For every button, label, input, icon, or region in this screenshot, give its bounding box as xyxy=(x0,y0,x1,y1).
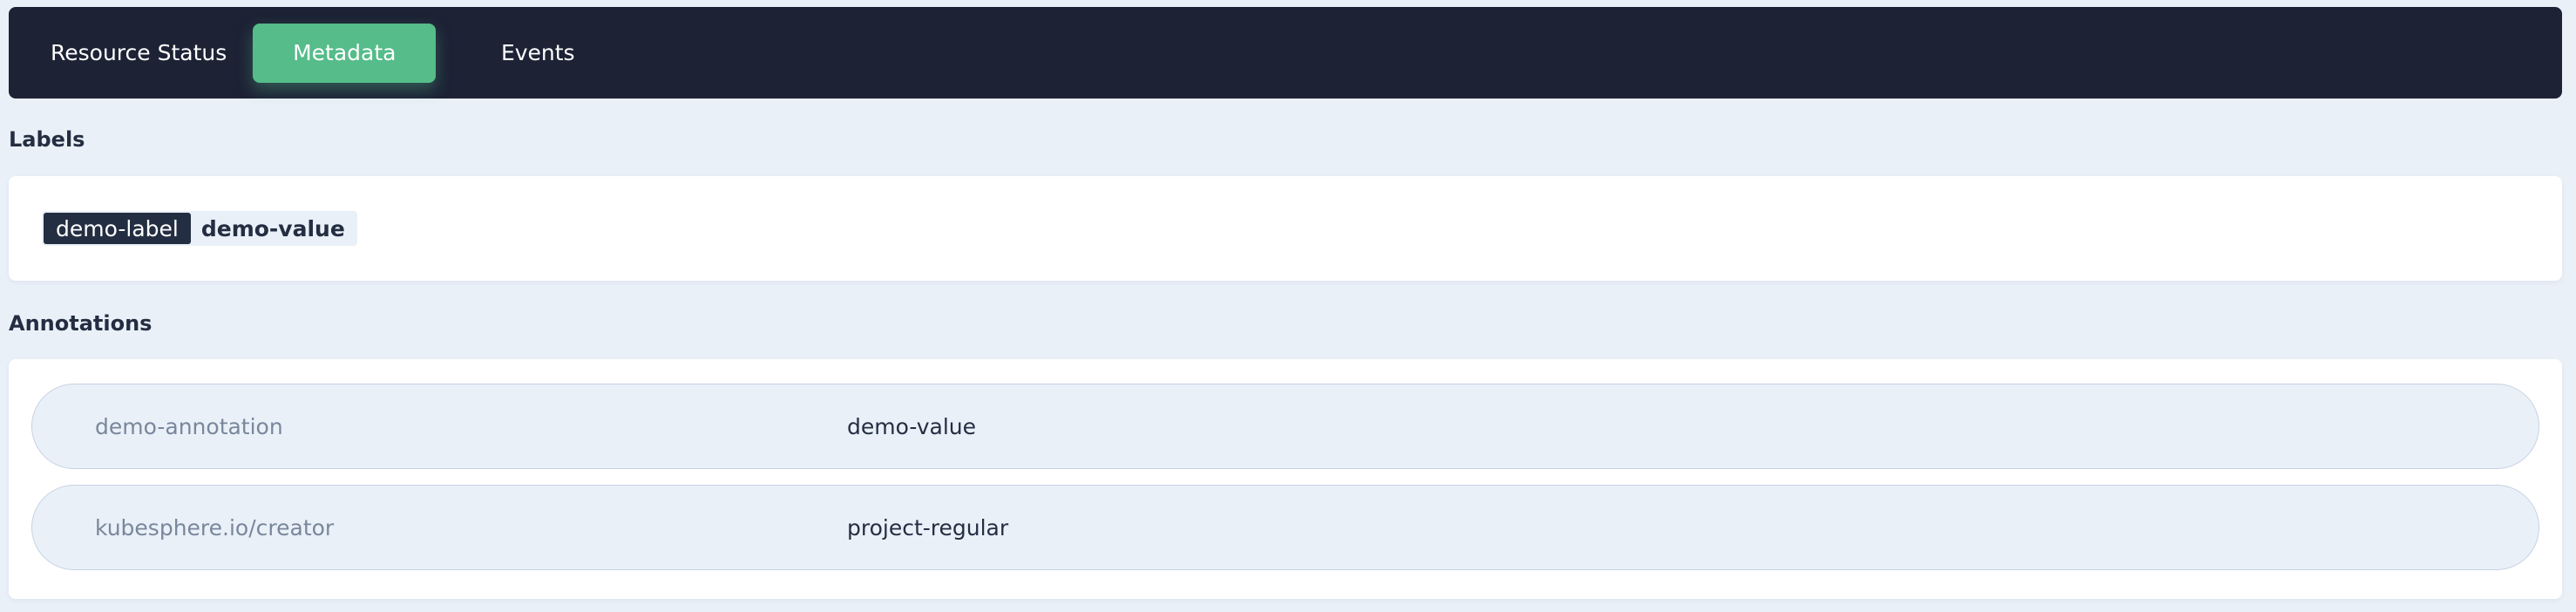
annotation-value: project-regular xyxy=(847,514,1009,541)
annotation-row: demo-annotation demo-value xyxy=(31,384,2539,469)
annotations-section-title: Annotations xyxy=(9,311,153,336)
annotation-key: kubesphere.io/creator xyxy=(95,514,335,541)
labels-section-title: Labels xyxy=(9,127,85,152)
annotation-value: demo-value xyxy=(847,413,976,439)
tab-events[interactable]: Events xyxy=(446,24,629,83)
label-tag: demo-label demo-value xyxy=(42,211,357,246)
detail-tabbar: Resource Status Metadata Events xyxy=(9,7,2562,99)
label-key: demo-label xyxy=(44,213,191,244)
annotation-key: demo-annotation xyxy=(95,413,283,439)
tab-metadata[interactable]: Metadata xyxy=(253,23,437,83)
labels-card: demo-label demo-value xyxy=(9,176,2562,281)
tab-resource-status[interactable]: Resource Status xyxy=(35,24,242,83)
label-value: demo-value xyxy=(200,215,345,241)
annotations-card: demo-annotation demo-value kubesphere.io… xyxy=(9,359,2562,599)
annotation-row: kubesphere.io/creator project-regular xyxy=(31,485,2539,570)
